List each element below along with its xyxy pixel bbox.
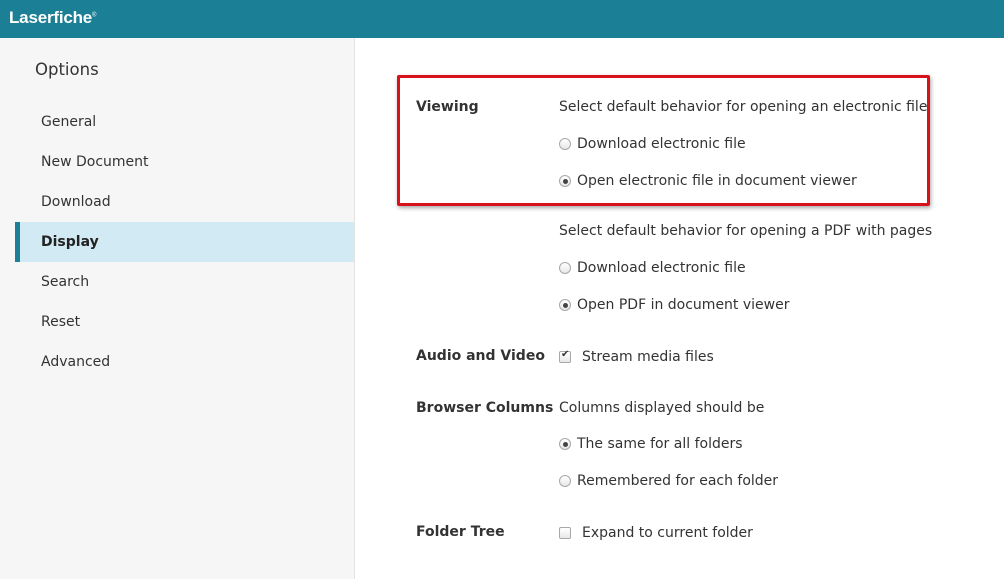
checkbox[interactable] xyxy=(559,527,571,539)
sidebar-item-download[interactable]: Download xyxy=(15,182,354,222)
columns-prompt: Columns displayed should be xyxy=(559,400,765,416)
sidebar-item-general[interactable]: General xyxy=(15,102,354,142)
audio-video-label: Audio and Video xyxy=(416,348,545,364)
top-bar: Laserfiche® xyxy=(0,0,1004,38)
pdf-prompt: Select default behavior for opening a PD… xyxy=(559,223,933,239)
display-options-panel: Viewing Select default behavior for open… xyxy=(356,38,1004,579)
options-sidebar: Options General New Document Download Di… xyxy=(0,38,355,579)
expand-folder-option[interactable]: Expand to current folder xyxy=(559,525,753,541)
electronic-file-prompt: Select default behavior for opening an e… xyxy=(559,99,928,115)
option-label: Remembered for each folder xyxy=(577,473,779,489)
radio-button-selected[interactable] xyxy=(559,438,571,450)
radio-button[interactable] xyxy=(559,475,571,487)
pdf-download-option[interactable]: Download electronic file xyxy=(559,260,746,276)
columns-remembered-option[interactable]: Remembered for each folder xyxy=(559,473,778,489)
columns-same-option[interactable]: The same for all folders xyxy=(559,436,743,452)
browser-columns-label: Browser Columns xyxy=(416,400,554,416)
option-label: Expand to current folder xyxy=(582,525,753,541)
sidebar-item-search[interactable]: Search xyxy=(15,262,354,302)
electronic-open-viewer-option[interactable]: Open electronic file in document viewer xyxy=(559,173,857,189)
sidebar-item-advanced[interactable]: Advanced xyxy=(15,342,354,382)
sidebar-title: Options xyxy=(35,60,99,79)
option-label: Stream media files xyxy=(582,349,714,365)
checkbox-checked[interactable] xyxy=(559,349,571,363)
sidebar-item-new-document[interactable]: New Document xyxy=(15,142,354,182)
option-label: Open electronic file in document viewer xyxy=(577,173,857,189)
sidebar-item-display[interactable]: Display xyxy=(15,222,354,262)
pdf-open-viewer-option[interactable]: Open PDF in document viewer xyxy=(559,297,789,313)
laserfiche-logo[interactable]: Laserfiche® xyxy=(9,8,96,28)
option-label: Download electronic file xyxy=(577,136,746,152)
stream-media-option[interactable]: Stream media files xyxy=(559,349,714,365)
viewing-label: Viewing xyxy=(416,99,479,115)
sidebar-item-reset[interactable]: Reset xyxy=(15,302,354,342)
option-label: The same for all folders xyxy=(577,436,743,452)
radio-button[interactable] xyxy=(559,262,571,274)
electronic-download-option[interactable]: Download electronic file xyxy=(559,136,746,152)
option-label: Download electronic file xyxy=(577,260,746,276)
radio-button[interactable] xyxy=(559,138,571,150)
folder-tree-label: Folder Tree xyxy=(416,524,505,540)
option-label: Open PDF in document viewer xyxy=(577,297,790,313)
radio-button-selected[interactable] xyxy=(559,175,571,187)
radio-button-selected[interactable] xyxy=(559,299,571,311)
